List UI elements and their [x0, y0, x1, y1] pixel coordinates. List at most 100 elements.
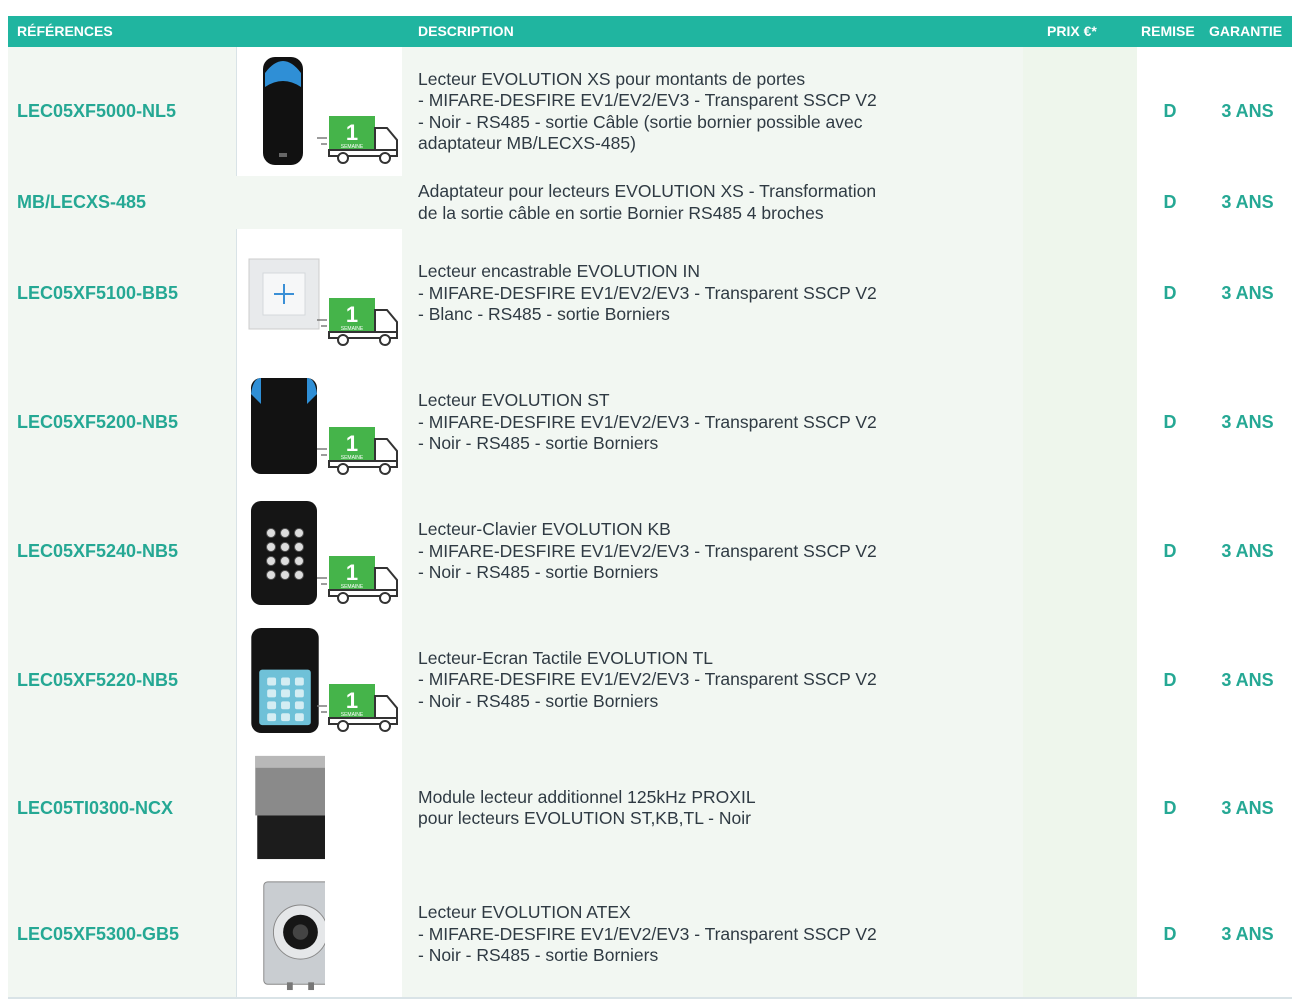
price-cell	[1023, 616, 1137, 744]
discount-cell: D	[1163, 412, 1177, 432]
table-row: LEC05TI0300-NCX Module lecteur additionne…	[8, 744, 1292, 874]
atex-reader-image	[263, 881, 325, 991]
truck-week-number: 1	[346, 431, 358, 456]
description-line: - Blanc - RS485 - sortie Borniers	[418, 304, 670, 325]
header-description: DESCRIPTION	[418, 23, 514, 39]
table-row: MB/LECXS-485 Adaptateur pour lecteurs EVO…	[8, 176, 1292, 231]
discount-cell: D	[1163, 101, 1177, 121]
truck-week-label: SEMAINE	[341, 712, 364, 718]
table-row: LEC05XF5300-GB5 Lecteur EVOLUTION ATEX - M…	[8, 872, 1292, 999]
reference-cell: LEC05TI0300-NCX	[8, 744, 236, 872]
discount-cell: D	[1163, 283, 1177, 303]
warranty-cell: 3 ANS	[1221, 797, 1274, 818]
description-line: Module lecteur additionnel 125kHz PROXIL	[418, 786, 756, 807]
description-cell: Lecteur EVOLUTION ST - MIFARE-DESFIRE EV1…	[402, 358, 1023, 487]
description-line: - MIFARE-DESFIRE EV1/EV2/EV3 - Transpare…	[418, 90, 877, 110]
table-header: RÉFÉRENCES DESCRIPTION PRIX €* REMISE GA…	[8, 16, 1292, 47]
warranty-cell: 3 ANS	[1221, 412, 1274, 432]
table-row: LEC05XF5200-NB5 1 SEMAINE Lecteur EVOLUTION…	[8, 358, 1292, 489]
warranty-cell: 3 ANS	[1221, 669, 1274, 690]
description-cell: Lecteur encastrable EVOLUTION IN - MIFARE…	[402, 229, 1023, 358]
header-references: RÉFÉRENCES	[17, 23, 113, 39]
reference-cell: LEC05XF5300-GB5	[8, 872, 236, 997]
table-row: LEC05XF5000-NL5 1 SEMAINE Lecteur EVOLUTION…	[8, 47, 1292, 178]
description-line: Lecteur EVOLUTION ST	[418, 390, 610, 411]
description-line: de la sortie câble en sortie Bornier RS4…	[418, 202, 824, 223]
description-line: Lecteur EVOLUTION ATEX	[418, 902, 631, 923]
warranty-cell: 3 ANS	[1221, 283, 1274, 303]
reference-cell: LEC05XF5200-NB5	[8, 358, 236, 487]
truck-week-number: 1	[346, 560, 358, 585]
warranty-cell: 3 ANS	[1221, 101, 1274, 121]
reference-cell: LEC05XF5240-NB5	[8, 487, 236, 616]
reference-cell: LEC05XF5100-BB5	[8, 229, 236, 358]
discount-cell: D	[1163, 797, 1177, 818]
price-cell	[1023, 358, 1137, 487]
description-line: Adaptateur pour lecteurs EVOLUTION XS - …	[418, 181, 877, 201]
description-line: - MIFARE-DESFIRE EV1/EV2/EV3 - Transpare…	[418, 923, 877, 944]
description-line: - MIFARE-DESFIRE EV1/EV2/EV3 - Transpare…	[418, 669, 877, 690]
description-cell: Module lecteur additionnel 125kHz PROXIL…	[402, 744, 1023, 872]
discount-cell: D	[1163, 541, 1177, 561]
warranty-cell: 3 ANS	[1221, 541, 1274, 561]
header-remise: REMISE	[1141, 23, 1195, 39]
description-line: - MIFARE-DESFIRE EV1/EV2/EV3 - Transpare…	[418, 411, 877, 432]
table-row: LEC05XF5100-BB5 1 SEMAINE Lecteur encastrab…	[8, 229, 1292, 360]
white-flush-reader-image	[248, 258, 320, 330]
truck-week-label: SEMAINE	[341, 455, 364, 461]
product-image-cell	[236, 744, 403, 872]
description-line: - MIFARE-DESFIRE EV1/EV2/EV3 - Transpare…	[418, 540, 877, 561]
truck-week-number: 1	[346, 302, 358, 327]
description-cell: Adaptateur pour lecteurs EVOLUTION XS - …	[402, 176, 1023, 229]
truck-week-label: SEMAINE	[341, 584, 364, 590]
price-cell	[1023, 872, 1137, 997]
truck-week-number: 1	[346, 688, 358, 713]
description-line: - Noir - RS485 - sortie Borniers	[418, 690, 659, 711]
reference-cell: MB/LECXS-485	[8, 176, 402, 229]
truck-week-label: SEMAINE	[341, 326, 364, 332]
product-image-cell: 1 SEMAINE	[236, 358, 403, 487]
discount-cell: D	[1163, 192, 1177, 212]
description-line: Lecteur EVOLUTION XS pour montants de po…	[418, 68, 806, 89]
price-cell	[1023, 229, 1137, 358]
product-image-cell: 1 SEMAINE	[236, 229, 403, 358]
description-line: - Noir - RS485 - sortie Câble (sortie bo…	[418, 111, 863, 132]
warranty-cell: 3 ANS	[1221, 924, 1274, 944]
price-cell	[1023, 47, 1137, 176]
truck-week-label: SEMAINE	[341, 144, 364, 150]
delivery-truck-icon: 1SEMAINE	[317, 427, 398, 475]
description-cell: Lecteur-Ecran Tactile EVOLUTION TL - MIFA…	[402, 616, 1023, 744]
description-line: Lecteur encastrable EVOLUTION IN	[418, 261, 701, 282]
product-image-cell: 1 SEMAINE	[236, 47, 403, 176]
description-line: - Noir - RS485 - sortie Borniers	[418, 562, 659, 583]
reference-cell: LEC05XF5000-NL5	[8, 47, 236, 176]
table-row: LEC05XF5240-NB5 1 SEMAINE Lecteur-Clavier E…	[8, 487, 1292, 618]
table-row: LEC05XF5220-NB5 1 SEMAINE Lecteur-Ecran Tac…	[8, 616, 1292, 746]
truck-week-number: 1	[346, 120, 358, 145]
reference-cell: LEC05XF5220-NB5	[8, 616, 236, 744]
description-line: Lecteur-Clavier EVOLUTION KB	[418, 519, 671, 540]
warranty-cell: 3 ANS	[1221, 192, 1274, 212]
description-line: - MIFARE-DESFIRE EV1/EV2/EV3 - Transpare…	[418, 282, 877, 303]
header-garantie: GARANTIE	[1209, 23, 1283, 39]
black-reader-xs-image	[263, 57, 303, 165]
description-line: - Noir - RS485 - sortie Borniers	[418, 433, 659, 454]
description-cell: Lecteur EVOLUTION XS pour montants de po…	[402, 47, 1023, 176]
price-cell	[1023, 744, 1137, 872]
description-line: pour lecteurs EVOLUTION ST,KB,TL - Noir	[418, 808, 751, 828]
delivery-truck-icon: 1SEMAINE	[317, 684, 398, 732]
description-cell: Lecteur EVOLUTION ATEX - MIFARE-DESFIRE E…	[402, 872, 1023, 997]
keypad-reader-kb-image	[251, 501, 317, 605]
header-prix: PRIX €*	[1047, 23, 1097, 39]
product-image-cell: 1 SEMAINE	[236, 487, 403, 616]
price-cell	[1023, 487, 1137, 616]
product-image-cell: 1 SEMAINE	[236, 616, 403, 744]
delivery-truck-icon: 1SEMAINE	[317, 556, 398, 604]
touchscreen-reader-tl-image	[251, 627, 319, 734]
description-line: - Noir - RS485 - sortie Borniers	[418, 945, 659, 966]
delivery-truck-icon: 1SEMAINE	[317, 298, 398, 346]
description-line: Lecteur-Ecran Tactile EVOLUTION TL	[418, 647, 714, 668]
price-cell	[1023, 176, 1137, 229]
black-reader-st-image	[251, 378, 317, 474]
description-line: adaptateur MB/LECXS-485)	[418, 133, 636, 153]
